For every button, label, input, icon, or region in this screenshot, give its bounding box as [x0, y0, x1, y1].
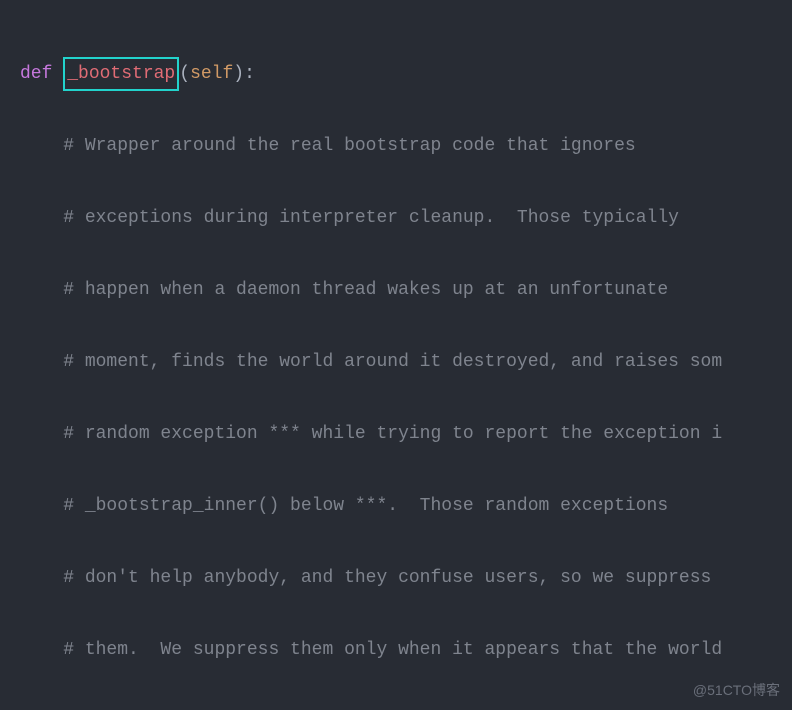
comment: # exceptions during interpreter cleanup.… [63, 208, 679, 228]
comment: # _bootstrap_inner() below ***. Those ra… [63, 496, 668, 516]
code-editor[interactable]: def _bootstrap(self): # Wrapper around t… [0, 0, 792, 710]
code-line: def _bootstrap(self): [20, 56, 782, 92]
comment: # them. We suppress them only when it ap… [63, 640, 722, 660]
code-line: # Wrapper around the real bootstrap code… [20, 128, 782, 164]
open-paren: ( [179, 64, 190, 84]
code-line: # indeed has already been destroyed, so … [20, 704, 782, 710]
comment: # don't help anybody, and they confuse u… [63, 568, 711, 588]
param-self: self [190, 64, 233, 84]
close-paren-colon: ): [233, 64, 255, 84]
code-line: # happen when a daemon thread wakes up a… [20, 272, 782, 308]
comment: # happen when a daemon thread wakes up a… [63, 280, 668, 300]
code-line: # them. We suppress them only when it ap… [20, 632, 782, 668]
code-line: # moment, finds the world around it dest… [20, 344, 782, 380]
comment: # random exception *** while trying to r… [63, 424, 722, 444]
code-line: # don't help anybody, and they confuse u… [20, 560, 782, 596]
comment: # moment, finds the world around it dest… [63, 352, 722, 372]
code-line: # random exception *** while trying to r… [20, 416, 782, 452]
function-name: _bootstrap [67, 64, 175, 84]
comment: # Wrapper around the real bootstrap code… [63, 136, 636, 156]
watermark: @51CTO博客 [693, 680, 780, 700]
code-line: # _bootstrap_inner() below ***. Those ra… [20, 488, 782, 524]
code-line: # exceptions during interpreter cleanup.… [20, 200, 782, 236]
highlight-function-name: _bootstrap [63, 57, 179, 91]
keyword-def: def [20, 64, 52, 84]
